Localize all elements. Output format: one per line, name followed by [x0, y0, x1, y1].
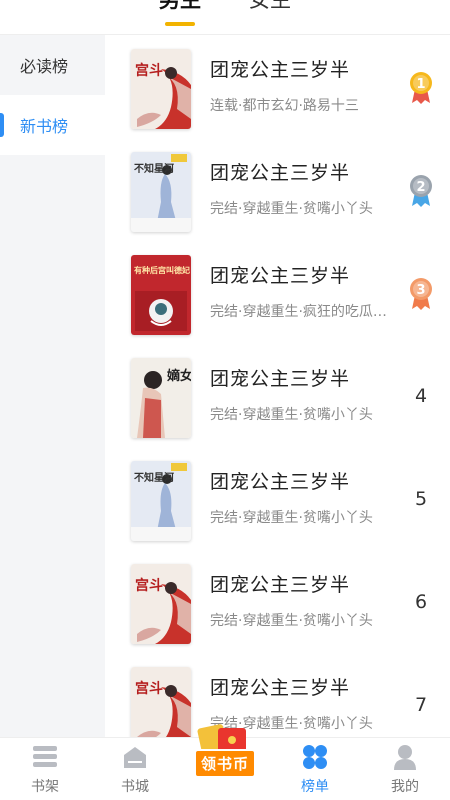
- book-meta: 完结·穿越重生·贫嘴小丫头: [210, 613, 373, 629]
- nav-item-profile[interactable]: 我的: [360, 738, 450, 800]
- bookstore-icon: [120, 742, 150, 772]
- book-cover[interactable]: 宫斗: [131, 667, 191, 737]
- rank-number-label: 4: [414, 385, 428, 407]
- svg-text:宫斗: 宫斗: [135, 680, 163, 697]
- nav-label: 书架: [31, 779, 59, 795]
- gender-tabs: 男生 女生: [0, 0, 450, 26]
- sidebar-item-must-read[interactable]: 必读榜: [0, 35, 105, 95]
- rank-medal-icon: 1: [406, 69, 436, 105]
- book-meta: 完结·穿越重生·贫嘴小丫头: [210, 201, 373, 217]
- sidebar-item-new-books[interactable]: 新书榜: [0, 95, 105, 155]
- promo-label[interactable]: 领书币: [193, 749, 257, 778]
- rank-number: 7: [406, 687, 436, 723]
- svg-text:2: 2: [416, 180, 425, 195]
- nav-item-bookstore[interactable]: 书城: [90, 738, 180, 800]
- rank-medal-icon: 3: [406, 275, 436, 311]
- book-list[interactable]: 宫斗 团宠公主三岁半 连载·都市玄幻·路易十三 1 不知星河 团宠公主三岁半 完结·穿越重生…: [105, 35, 450, 737]
- svg-text:宫斗: 宫斗: [135, 62, 163, 79]
- svg-text:1: 1: [416, 77, 425, 92]
- app-screen: 男生 女生 必读榜 新书榜 宫斗 团宠公主三岁半 连载·都市玄幻·路易十三 1 不知星河…: [0, 0, 450, 800]
- book-cover[interactable]: 不知星河: [131, 152, 191, 232]
- book-row[interactable]: 嫡女 团宠公主三岁半完结·穿越重生·贫嘴小丫头 4: [105, 344, 450, 447]
- svg-text:3: 3: [416, 283, 425, 298]
- nav-item-bookshelf[interactable]: 书架: [0, 738, 90, 800]
- book-row[interactable]: 宫斗 团宠公主三岁半完结·穿越重生·贫嘴小丫头 6: [105, 550, 450, 653]
- rank-number-label: 5: [414, 488, 428, 510]
- ranking-sidebar: 必读榜 新书榜: [0, 35, 105, 737]
- book-title[interactable]: 团宠公主三岁半: [210, 673, 350, 700]
- svg-text:不知星河: 不知星河: [134, 162, 174, 175]
- profile-icon: [390, 742, 420, 772]
- book-cover[interactable]: 嫡女: [131, 358, 191, 438]
- nav-label: 榜单: [301, 779, 329, 795]
- tab-female[interactable]: 女生: [249, 0, 291, 22]
- book-meta: 完结·穿越重生·疯狂的吃瓜群众: [210, 304, 398, 320]
- book-title[interactable]: 团宠公主三岁半: [210, 55, 350, 82]
- bottom-nav: 书架 书城 领书币榜单 我的: [0, 724, 450, 800]
- svg-text:嫡女: 嫡女: [167, 368, 191, 384]
- bookshelf-icon: [30, 742, 60, 772]
- ranking-icon: [300, 742, 330, 772]
- book-meta: 完结·穿越重生·贫嘴小丫头: [210, 510, 373, 526]
- rank-number-label: 7: [414, 694, 428, 716]
- red-envelope-icon[interactable]: 领书币: [192, 722, 258, 780]
- book-row[interactable]: 宫斗 团宠公主三岁半 完结·穿越重生·贫嘴小丫头 7: [105, 653, 450, 737]
- book-title[interactable]: 团宠公主三岁半: [210, 158, 350, 185]
- book-title[interactable]: 团宠公主三岁半: [210, 261, 350, 288]
- rank-medal-icon: 2: [406, 172, 436, 208]
- book-cover[interactable]: 宫斗: [131, 49, 191, 129]
- book-cover[interactable]: 有种后宫叫德妃: [131, 255, 191, 335]
- book-row[interactable]: 不知星河 团宠公主三岁半完结·穿越重生·贫嘴小丫头 5: [105, 447, 450, 550]
- book-title[interactable]: 团宠公主三岁半: [210, 570, 350, 597]
- book-row[interactable]: 有种后宫叫德妃 团宠公主三岁半完结·穿越重生·疯狂的吃瓜群众 3: [105, 241, 450, 344]
- rank-number: 4: [406, 378, 436, 414]
- book-title[interactable]: 团宠公主三岁半: [210, 467, 350, 494]
- book-meta: 完结·穿越重生·贫嘴小丫头: [210, 407, 373, 423]
- rank-number-label: 6: [414, 591, 428, 613]
- rank-number: 5: [406, 481, 436, 517]
- book-row[interactable]: 宫斗 团宠公主三岁半连载·都市玄幻·路易十三 1: [105, 35, 450, 138]
- book-cover[interactable]: 不知星河: [131, 461, 191, 541]
- book-cover[interactable]: 宫斗: [131, 564, 191, 644]
- rank-number: 6: [406, 584, 436, 620]
- nav-label: 书城: [121, 779, 149, 795]
- book-title[interactable]: 团宠公主三岁半: [210, 364, 350, 391]
- book-row[interactable]: 不知星河 团宠公主三岁半完结·穿越重生·贫嘴小丫头 2: [105, 138, 450, 241]
- nav-label: 我的: [391, 779, 419, 795]
- svg-text:宫斗: 宫斗: [135, 577, 163, 594]
- svg-text:不知星河: 不知星河: [134, 471, 174, 484]
- tab-male[interactable]: 男生: [159, 0, 201, 26]
- nav-item-ranking[interactable]: 榜单: [270, 738, 360, 800]
- svg-text:有种后宫叫德妃: 有种后宫叫德妃: [134, 265, 190, 275]
- book-meta: 连载·都市玄幻·路易十三: [210, 98, 359, 114]
- nav-item-red-envelope[interactable]: 领书币: [180, 724, 270, 800]
